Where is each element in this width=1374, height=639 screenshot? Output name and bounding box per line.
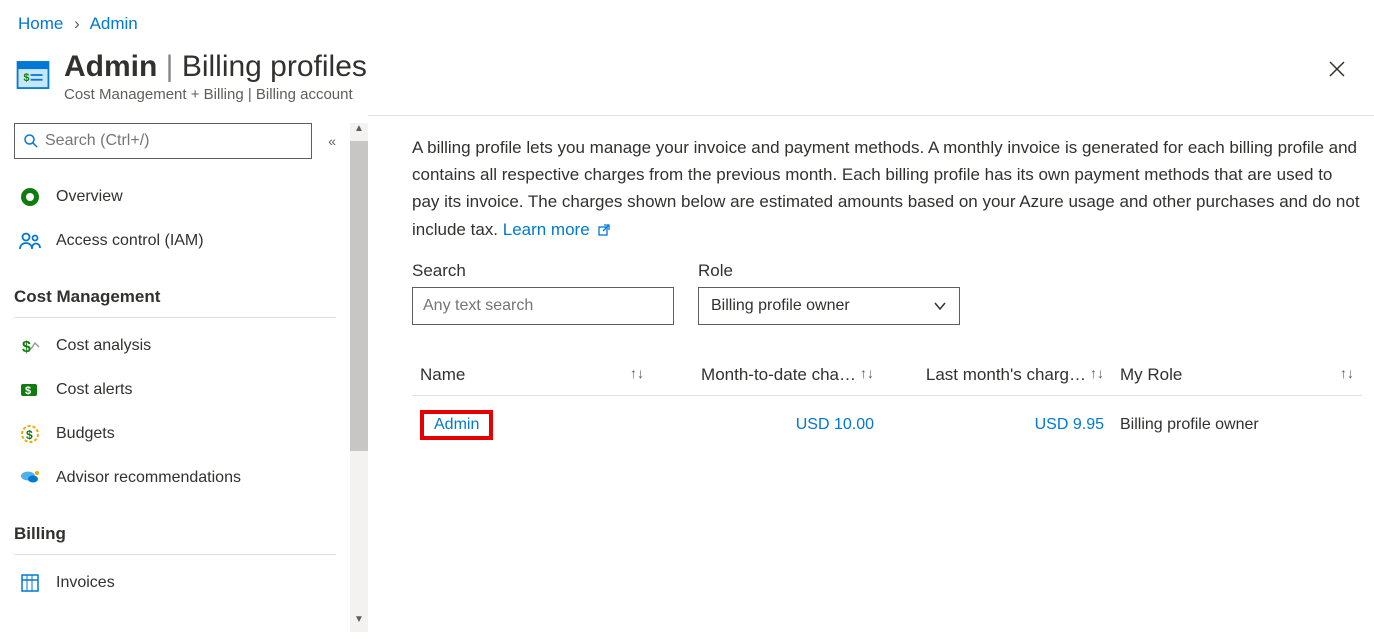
col-last[interactable]: Last month's charg…↑↓ (882, 355, 1112, 396)
billing-account-icon: $ (14, 56, 52, 94)
collapse-sidebar-button[interactable]: « (328, 133, 336, 149)
close-button[interactable] (1324, 56, 1350, 88)
svg-text:$: $ (24, 72, 30, 84)
sidebar-search[interactable] (14, 123, 312, 159)
scroll-up-icon[interactable]: ▲ (350, 123, 368, 141)
col-role[interactable]: My Role ↑↓ (1112, 355, 1362, 396)
sidebar-section-cost-management: Cost Management (14, 263, 336, 318)
scroll-thumb[interactable] (350, 141, 368, 451)
search-label: Search (412, 261, 674, 281)
cell-last: USD 9.95 (882, 395, 1112, 454)
search-icon (23, 133, 39, 149)
sidebar-item-access-control[interactable]: Access control (IAM) (14, 219, 336, 263)
main-content: A billing profile lets you manage your i… (368, 115, 1374, 632)
people-icon (18, 229, 42, 253)
role-select[interactable]: Billing profile owner (698, 287, 960, 325)
external-link-icon (597, 223, 611, 237)
table-row: Admin USD 10.00 USD 9.95 Billing profile… (412, 395, 1362, 454)
svg-text:$: $ (26, 428, 33, 442)
role-label: Role (698, 261, 960, 281)
sidebar-item-budgets[interactable]: $ Budgets (14, 412, 336, 456)
highlighted-profile: Admin (420, 410, 493, 440)
breadcrumb-current[interactable]: Admin (90, 14, 138, 33)
profile-link-admin[interactable]: Admin (434, 416, 479, 433)
col-mtd[interactable]: Month-to-date cha…↑↓ (652, 355, 882, 396)
sidebar-item-advisor[interactable]: Advisor recommendations (14, 456, 336, 500)
advisor-icon (18, 466, 42, 490)
close-icon (1328, 60, 1346, 78)
sort-icon: ↑↓ (860, 365, 874, 381)
sort-icon: ↑↓ (1090, 365, 1104, 381)
svg-text:$: $ (22, 339, 31, 356)
sidebar-item-overview[interactable]: Overview (14, 175, 336, 219)
search-input[interactable] (412, 287, 674, 325)
page-title: Admin | Billing profiles (64, 50, 367, 84)
cost-analysis-icon: $ (18, 334, 42, 358)
sidebar-item-cost-alerts[interactable]: $ Cost alerts (14, 368, 336, 412)
chevron-down-icon (933, 299, 947, 313)
sort-icon: ↑↓ (1340, 365, 1354, 381)
learn-more-link[interactable]: Learn more (503, 220, 612, 239)
budgets-icon: $ (18, 422, 42, 446)
breadcrumb-home[interactable]: Home (18, 14, 63, 33)
scroll-down-icon[interactable]: ▼ (350, 614, 368, 632)
cell-mtd: USD 10.00 (652, 395, 882, 454)
sort-icon: ↑↓ (630, 365, 644, 381)
svg-text:$: $ (25, 385, 31, 397)
chevron-right-icon: › (74, 14, 80, 33)
profiles-table: Name ↑↓ Month-to-date cha…↑↓ Last month'… (412, 355, 1362, 454)
cell-role: Billing profile owner (1112, 395, 1362, 454)
sidebar-item-invoices[interactable]: Invoices (14, 561, 336, 605)
sidebar-item-cost-analysis[interactable]: $ Cost analysis (14, 324, 336, 368)
sidebar-section-billing: Billing (14, 500, 336, 555)
overview-icon (18, 185, 42, 209)
breadcrumb: Home › Admin (0, 0, 1374, 40)
cost-alerts-icon: $ (18, 378, 42, 402)
sidebar-scrollbar[interactable]: ▲ ▼ (350, 123, 368, 632)
col-name[interactable]: Name ↑↓ (412, 355, 652, 396)
sidebar: « Overview Access control (IAM) Cost Man… (0, 123, 350, 632)
sidebar-search-input[interactable] (45, 132, 303, 150)
invoices-icon (18, 571, 42, 595)
page-subtitle: Cost Management + Billing | Billing acco… (64, 86, 367, 103)
intro-text: A billing profile lets you manage your i… (412, 134, 1362, 243)
